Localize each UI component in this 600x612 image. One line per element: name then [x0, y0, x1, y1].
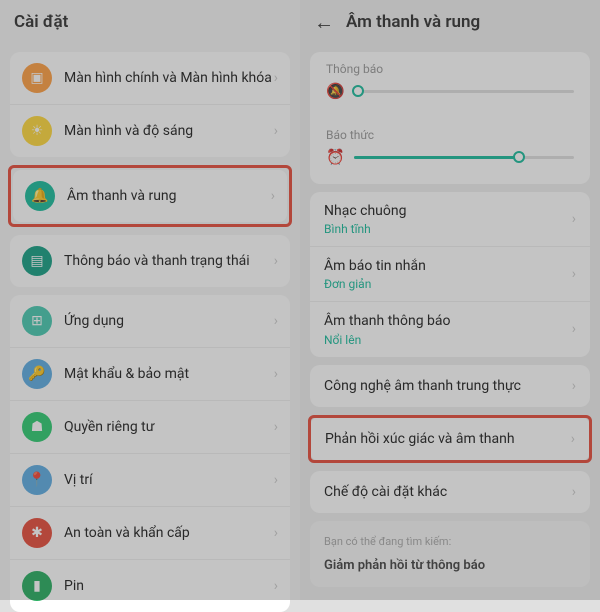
- chevron-right-icon: ›: [274, 70, 278, 86]
- chevron-right-icon: ›: [572, 321, 576, 337]
- volume-slider-group: Thông báo 🔕: [310, 52, 590, 118]
- chevron-right-icon: ›: [572, 211, 576, 227]
- setting-row[interactable]: Chế độ cài đặt khác ›: [310, 471, 590, 513]
- highlighted-row: 🔔 Âm thanh và rung ›: [8, 165, 292, 227]
- bell-icon: 🔔: [25, 181, 55, 211]
- setting-row[interactable]: Công nghệ âm thanh trung thực ›: [310, 365, 590, 407]
- settings-row[interactable]: ▣ Màn hình chính và Màn hình khóa ›: [10, 52, 290, 104]
- hint-text: Giảm phản hồi từ thông báo: [324, 558, 576, 573]
- settings-row[interactable]: ☀ Màn hình và độ sáng ›: [10, 104, 290, 157]
- volume-slider[interactable]: [354, 156, 574, 159]
- settings-row[interactable]: ▤ Thông báo và thanh trạng thái ›: [10, 235, 290, 287]
- page-title: Âm thanh và rung: [346, 12, 480, 32]
- location-icon: 📍: [22, 465, 52, 495]
- image-icon: ▣: [22, 63, 52, 93]
- row-label: An toàn và khẩn cấp: [64, 524, 274, 542]
- sound-setting-row[interactable]: Âm thanh thông báo Nổi lên ›: [310, 301, 590, 356]
- back-arrow-icon[interactable]: ←: [314, 10, 334, 35]
- settings-row[interactable]: 🔔 Âm thanh và rung ›: [13, 170, 287, 222]
- notification-icon: ▤: [22, 246, 52, 276]
- row-label: Quyền riêng tư: [64, 418, 274, 436]
- chevron-right-icon: ›: [572, 484, 576, 500]
- chevron-right-icon: ›: [274, 419, 278, 435]
- row-label: Mật khẩu & bảo mật: [64, 365, 274, 383]
- settings-row[interactable]: ✱ An toàn và khẩn cấp ›: [10, 506, 290, 559]
- slider-label: Báo thức: [326, 128, 574, 142]
- brightness-icon: ☀: [22, 116, 52, 146]
- bell-off-icon: 🔕: [326, 82, 344, 100]
- left-header: Cài đặt: [0, 0, 300, 44]
- battery-icon: ▮: [22, 571, 52, 601]
- right-header: ← Âm thanh và rung: [300, 0, 600, 44]
- row-label: Âm báo tin nhắn: [324, 257, 426, 275]
- settings-group: ▤ Thông báo và thanh trạng thái ›: [10, 235, 290, 287]
- volume-slider-group: Báo thức ⏰: [310, 118, 590, 184]
- row-value: Đơn giản: [324, 277, 371, 291]
- chevron-right-icon: ›: [271, 188, 275, 204]
- chevron-right-icon: ›: [572, 266, 576, 282]
- row-label: Nhạc chuông: [324, 202, 406, 220]
- chevron-right-icon: ›: [274, 366, 278, 382]
- apps-icon: ⊞: [22, 306, 52, 336]
- lock-icon: 🔑: [22, 359, 52, 389]
- settings-group: Chế độ cài đặt khác ›: [310, 471, 590, 513]
- sound-setting-row[interactable]: Nhạc chuông Bình tĩnh ›: [310, 192, 590, 246]
- settings-row[interactable]: ▮ Pin ›: [10, 559, 290, 612]
- search-hint: Bạn có thể đang tìm kiếm: Giảm phản hồi …: [310, 521, 590, 587]
- settings-group: ⊞ Ứng dụng › 🔑 Mật khẩu & bảo mật › ☗ Qu…: [10, 295, 290, 612]
- chevron-right-icon: ›: [571, 431, 575, 447]
- alarm-icon: ⏰: [326, 148, 344, 166]
- chevron-right-icon: ›: [274, 578, 278, 594]
- row-label: Phản hồi xúc giác và âm thanh: [325, 431, 571, 447]
- chevron-right-icon: ›: [274, 472, 278, 488]
- ringtone-section: Nhạc chuông Bình tĩnh › Âm báo tin nhắn …: [310, 192, 590, 357]
- row-label: Màn hình chính và Màn hình khóa: [64, 69, 274, 87]
- row-value: Nổi lên: [324, 333, 361, 347]
- row-value: Bình tĩnh: [324, 222, 371, 236]
- row-label: Âm thanh và rung: [67, 187, 271, 205]
- row-label: Ứng dụng: [64, 312, 274, 330]
- row-label: Chế độ cài đặt khác: [324, 484, 572, 500]
- sound-setting-row[interactable]: Âm báo tin nhắn Đơn giản ›: [310, 246, 590, 301]
- hint-label: Bạn có thể đang tìm kiếm:: [324, 535, 576, 548]
- privacy-icon: ☗: [22, 412, 52, 442]
- chevron-right-icon: ›: [572, 378, 576, 394]
- sound-panel: ← Âm thanh và rung Thông báo 🔕 Báo thức …: [300, 0, 600, 600]
- settings-row[interactable]: 🔑 Mật khẩu & bảo mật ›: [10, 347, 290, 400]
- settings-row[interactable]: ⊞ Ứng dụng ›: [10, 295, 290, 347]
- highlighted-row: Phản hồi xúc giác và âm thanh ›: [308, 415, 592, 463]
- chevron-right-icon: ›: [274, 123, 278, 139]
- chevron-right-icon: ›: [274, 525, 278, 541]
- volume-section: Thông báo 🔕 Báo thức ⏰: [310, 52, 590, 184]
- slider-label: Thông báo: [326, 62, 574, 76]
- volume-slider[interactable]: [354, 90, 574, 93]
- row-label: Pin: [64, 577, 274, 595]
- chevron-right-icon: ›: [274, 253, 278, 269]
- settings-panel: Cài đặt ▣ Màn hình chính và Màn hình khó…: [0, 0, 300, 600]
- settings-row[interactable]: ☗ Quyền riêng tư ›: [10, 400, 290, 453]
- chevron-right-icon: ›: [274, 313, 278, 329]
- setting-row[interactable]: Phản hồi xúc giác và âm thanh ›: [311, 418, 589, 460]
- row-label: Công nghệ âm thanh trung thực: [324, 378, 572, 394]
- emergency-icon: ✱: [22, 518, 52, 548]
- page-title: Cài đặt: [14, 12, 68, 32]
- settings-group: ▣ Màn hình chính và Màn hình khóa › ☀ Mà…: [10, 52, 290, 157]
- settings-group: Công nghệ âm thanh trung thực ›: [310, 365, 590, 407]
- row-label: Âm thanh thông báo: [324, 312, 451, 330]
- row-label: Thông báo và thanh trạng thái: [64, 252, 274, 270]
- row-label: Vị trí: [64, 471, 274, 489]
- settings-row[interactable]: 📍 Vị trí ›: [10, 453, 290, 506]
- row-label: Màn hình và độ sáng: [64, 122, 274, 140]
